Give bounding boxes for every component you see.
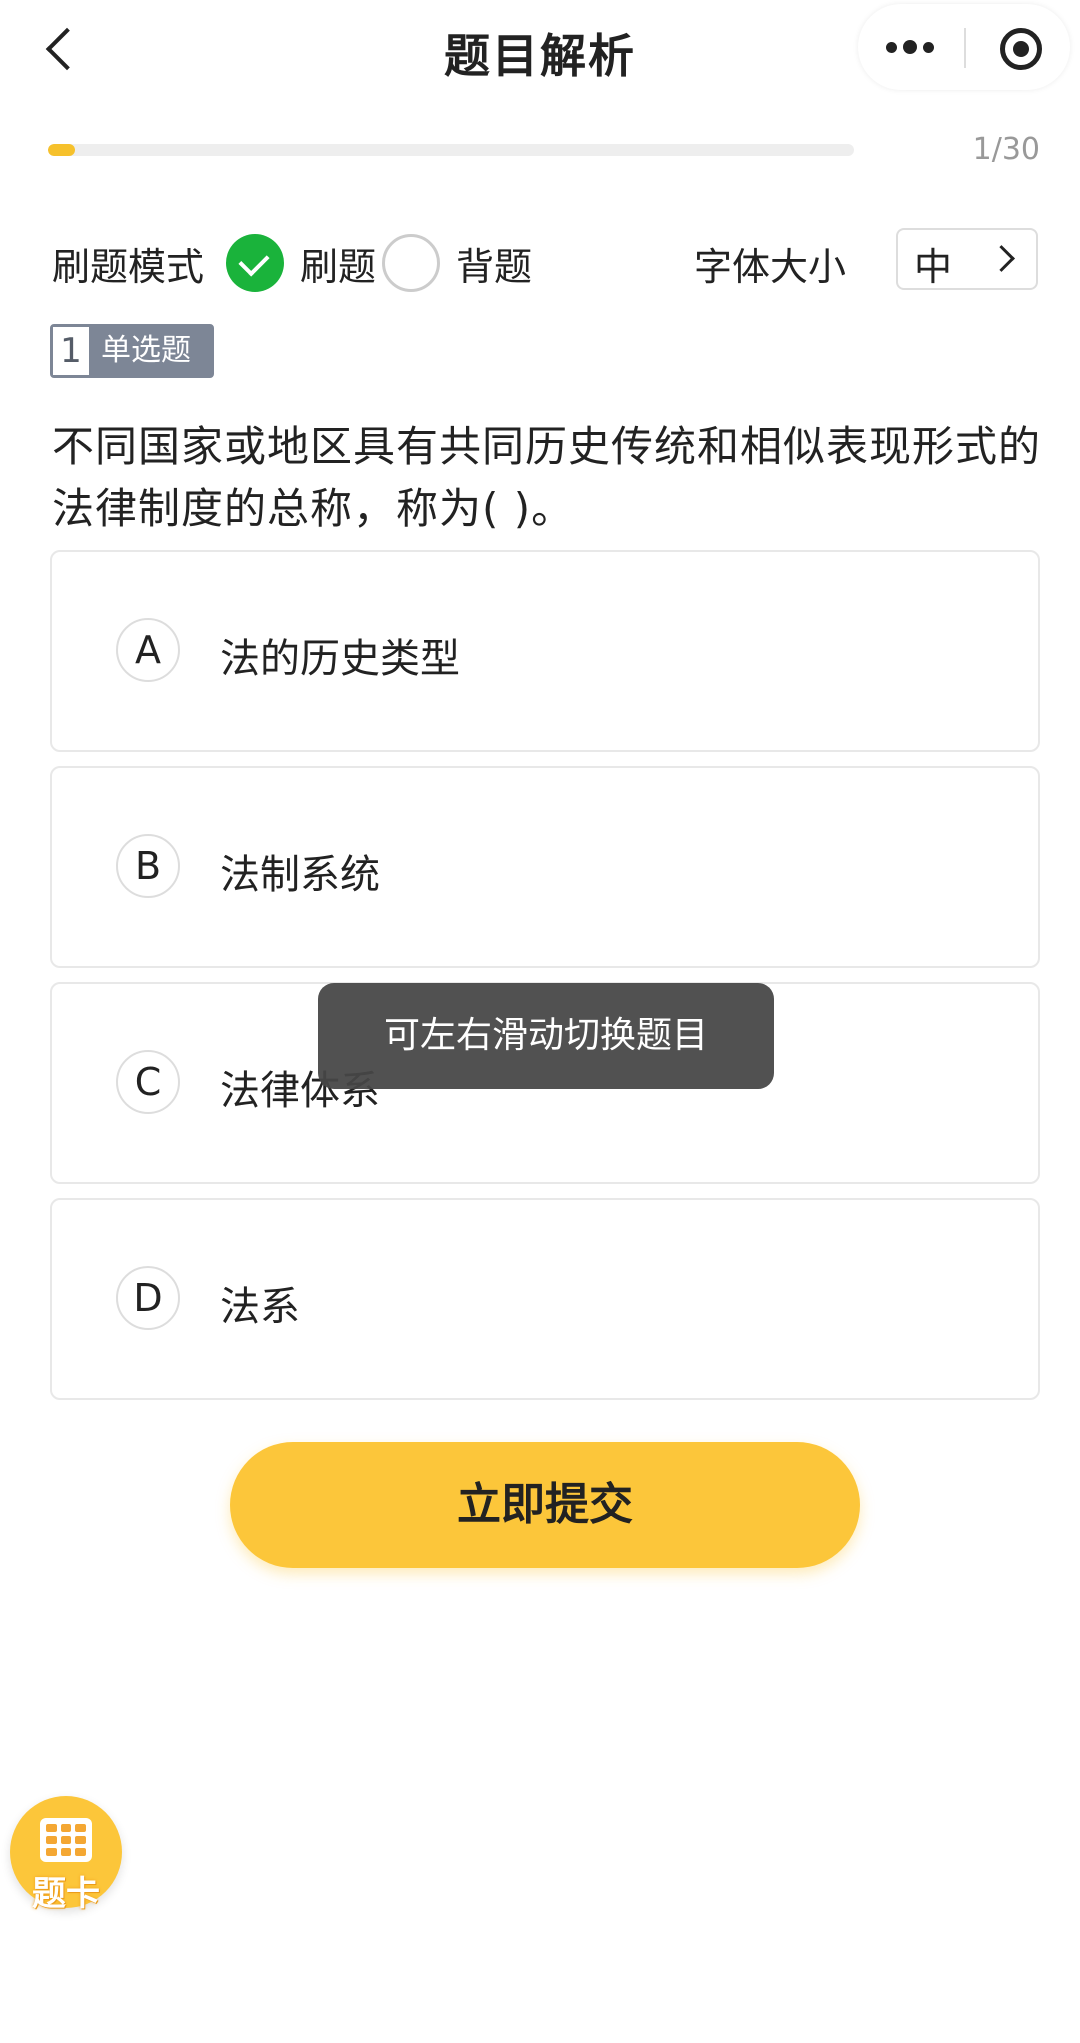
mode-practice-label[interactable]: 刷题 — [300, 236, 376, 291]
grid-card-icon — [40, 1818, 92, 1862]
option-text: 法制系统 — [220, 852, 380, 898]
option-b[interactable]: B 法制系统 — [50, 766, 1040, 968]
mode-memorize-label[interactable]: 背题 — [456, 236, 532, 291]
mode-practice-radio[interactable] — [226, 234, 284, 292]
close-button[interactable] — [966, 4, 1070, 90]
question-text: 不同国家或地区具有共同历史传统和相似表现形式的法律制度的总称，称为( )。 — [52, 422, 1042, 533]
answer-card-button[interactable]: 题卡 — [10, 1796, 122, 1914]
option-letter: C — [116, 1050, 180, 1114]
option-letter: B — [116, 834, 180, 898]
font-size-label: 字体大小 — [694, 245, 847, 289]
option-d[interactable]: D 法系 — [50, 1198, 1040, 1400]
option-letter: D — [116, 1266, 180, 1330]
option-text: 法的历史类型 — [220, 636, 460, 682]
question-type-badge: 1 单选题 — [50, 324, 214, 378]
mode-row: 刷题模式 刷题 背题 字体大小 中 — [0, 226, 1080, 300]
mode-memorize-radio[interactable] — [382, 234, 440, 292]
option-letter: A — [116, 618, 180, 682]
mode-label: 刷题模式 — [52, 245, 205, 289]
more-button[interactable] — [858, 4, 964, 90]
answer-card-label: 题卡 — [32, 1874, 100, 1914]
option-a[interactable]: A 法的历史类型 — [50, 550, 1040, 752]
submit-button[interactable]: 立即提交 — [230, 1442, 860, 1568]
progress-count: 1/30 — [972, 132, 1040, 167]
mini-program-capsule — [858, 4, 1070, 90]
question-number: 1 — [53, 327, 89, 375]
font-size-value: 中 — [914, 245, 953, 289]
nav-bar: 题目解析 — [0, 0, 1080, 100]
question-type-label: 单选题 — [101, 333, 191, 368]
option-text: 法系 — [220, 1284, 300, 1330]
chevron-right-icon — [988, 245, 1015, 272]
progress-bar — [48, 144, 854, 156]
swipe-hint-toast: 可左右滑动切换题目 — [318, 983, 774, 1089]
progress-fill — [48, 144, 75, 156]
font-size-select[interactable]: 中 — [896, 228, 1038, 290]
